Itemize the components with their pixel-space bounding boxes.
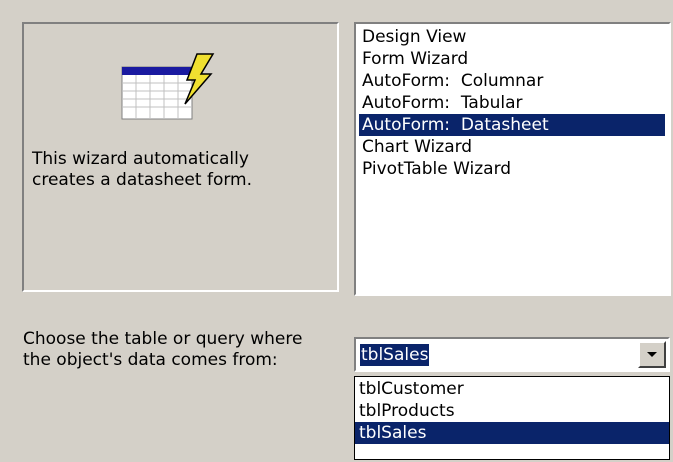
dropdown-button[interactable] bbox=[638, 341, 666, 368]
view-list-item[interactable]: AutoForm: Columnar bbox=[359, 70, 669, 92]
datasheet-wizard-icon bbox=[121, 53, 215, 120]
view-list-item[interactable]: Form Wizard bbox=[359, 48, 669, 70]
table-source-label: Choose the table or query where the obje… bbox=[23, 329, 303, 370]
view-list-item[interactable]: AutoForm: Datasheet bbox=[359, 114, 665, 136]
wizard-description: This wizard automatically creates a data… bbox=[32, 149, 252, 190]
view-list-item[interactable]: Chart Wizard bbox=[359, 136, 669, 158]
dropdown-option[interactable]: tblCustomer bbox=[355, 378, 669, 400]
view-list-item[interactable]: Design View bbox=[359, 26, 669, 48]
dropdown-option[interactable]: tblProducts bbox=[355, 400, 669, 422]
preview-panel: This wizard automatically creates a data… bbox=[22, 22, 339, 292]
combo-selected-value[interactable]: tblSales bbox=[358, 343, 431, 367]
dropdown-option[interactable]: tblSales bbox=[355, 422, 669, 444]
table-source-combobox[interactable]: tblSales bbox=[354, 337, 670, 372]
view-list-item[interactable]: AutoForm: Tabular bbox=[359, 92, 669, 114]
table-source-dropdown[interactable]: tblCustomer tblProducts tblSales bbox=[354, 376, 670, 460]
view-list-item[interactable]: PivotTable Wizard bbox=[359, 158, 669, 180]
view-list[interactable]: Design View Form Wizard AutoForm: Columnar… bbox=[354, 22, 671, 296]
chevron-down-icon bbox=[647, 352, 657, 357]
